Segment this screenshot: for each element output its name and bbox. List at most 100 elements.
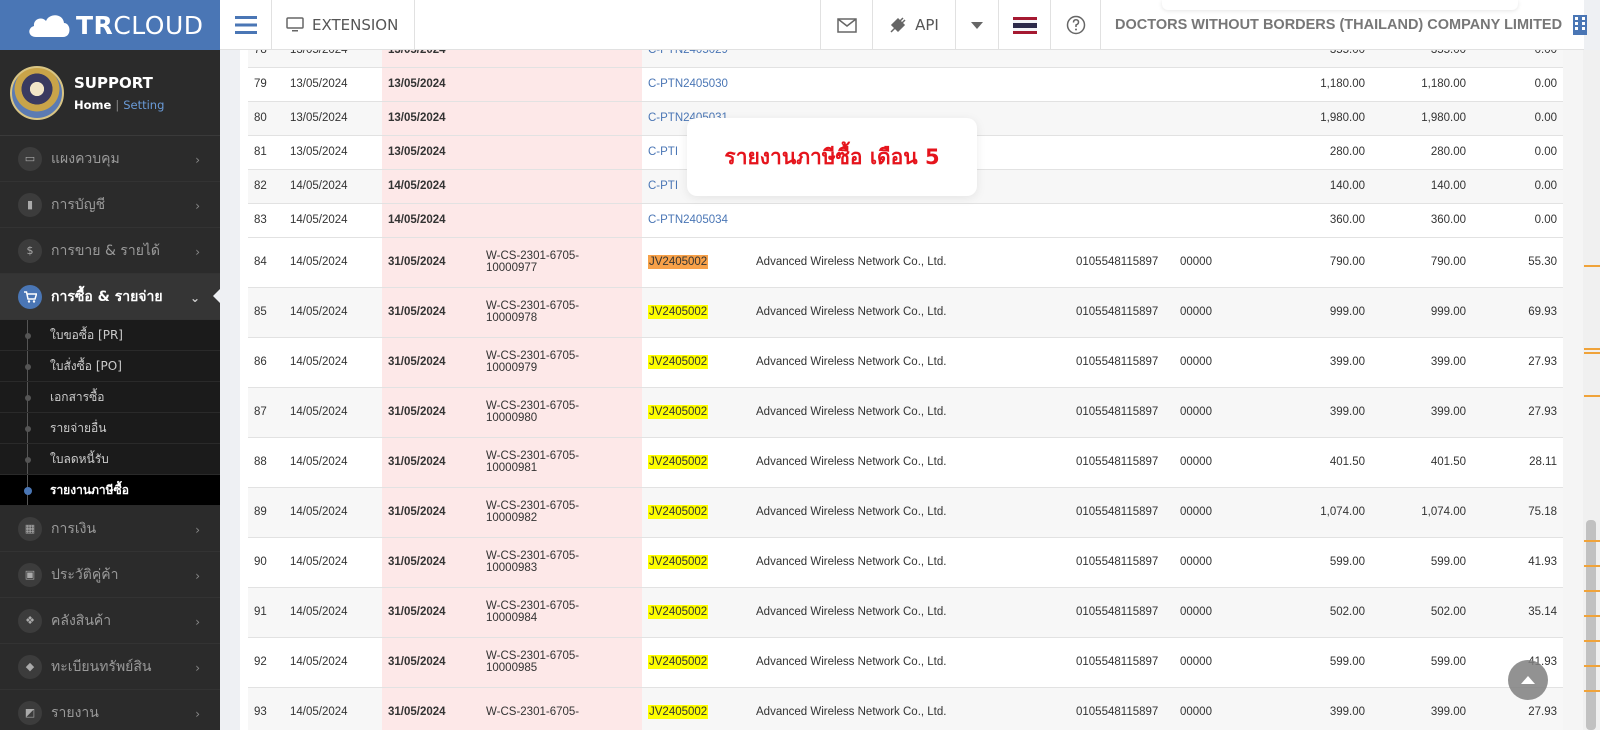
ref-line-1: W-CS-2301-6705- <box>486 450 580 462</box>
vat-amount: 0.00 <box>1472 67 1563 102</box>
report-icon: ◩ <box>18 700 42 725</box>
submenu-item-purchase-docs[interactable]: เอกสารซื้อ <box>0 382 220 413</box>
highlighted-doc-number[interactable]: JV2405002 <box>648 705 709 719</box>
mail-button[interactable] <box>820 0 872 50</box>
sidebar-item-reports[interactable]: ◩ รายงาน › <box>0 690 220 730</box>
submenu-item-other-expenses[interactable]: รายจ่ายอื่น <box>0 413 220 444</box>
language-flag-button[interactable] <box>998 0 1050 50</box>
sidebar-item-label: การบัญชี <box>51 196 106 213</box>
dropdown-button[interactable] <box>955 0 998 50</box>
table-row[interactable]: 93 14/05/2024 31/05/2024 W-CS-2301-6705- JV2… <box>248 687 1563 730</box>
tax-invoice-ref: W-CS-2301-6705- 10000982 <box>480 487 642 538</box>
doc-date: 14/05/2024 <box>284 337 382 388</box>
submenu-item-po[interactable]: ใบสั่งซื้อ [PO] <box>0 351 220 382</box>
doc-date: 14/05/2024 <box>284 387 382 438</box>
sidebar: SUPPORT Home | Setting ▭ แผงควบคุม › ▮ การ… <box>0 50 220 730</box>
amount: 1,180.00 <box>1254 67 1371 102</box>
table-row[interactable]: 92 14/05/2024 31/05/2024 W-CS-2301-6705- 100… <box>248 637 1563 688</box>
vendor-branch <box>1174 50 1254 68</box>
vendor-tax-id <box>1070 67 1174 102</box>
highlighted-doc-number[interactable]: JV2405002 <box>648 455 709 469</box>
vendor-tax-id: 0105548115897 <box>1070 337 1174 388</box>
scroll-to-top-button[interactable] <box>1508 660 1548 700</box>
table-row[interactable]: 91 14/05/2024 31/05/2024 W-CS-2301-6705- 100… <box>248 587 1563 638</box>
tax-date: 31/05/2024 <box>382 337 480 388</box>
app-logo[interactable]: TRCLOUD <box>0 0 220 50</box>
setting-link[interactable]: Setting <box>123 98 164 112</box>
table-row[interactable]: 84 14/05/2024 31/05/2024 W-CS-2301-6705- 100… <box>248 237 1563 288</box>
calendar-icon: ▦ <box>18 516 42 541</box>
doc-number-link[interactable]: C-PTN2405034 <box>642 203 750 238</box>
bullet-icon <box>24 487 32 495</box>
submenu-item-purchase-tax-report[interactable]: รายงานภาษีซื้อ <box>0 475 220 506</box>
table-row[interactable]: 87 14/05/2024 31/05/2024 W-CS-2301-6705- 100… <box>248 387 1563 438</box>
chevron-right-icon: › <box>195 523 200 537</box>
sidebar-item-dashboard[interactable]: ▭ แผงควบคุม › <box>0 136 220 182</box>
tax-date: 31/05/2024 <box>382 287 480 338</box>
total-amount: 399.00 <box>1371 387 1472 438</box>
scrollbar-thumb[interactable] <box>1586 520 1596 730</box>
table-row[interactable]: 90 14/05/2024 31/05/2024 W-CS-2301-6705- 100… <box>248 537 1563 588</box>
sidebar-item-accounting[interactable]: ▮ การบัญชี › <box>0 182 220 228</box>
sidebar-item-inventory[interactable]: ❖ คลังสินค้า › <box>0 598 220 644</box>
doc-date: 14/05/2024 <box>284 587 382 638</box>
doc-number-link[interactable]: C-PTN2405029 <box>642 50 750 68</box>
scroll-marker <box>1584 352 1600 354</box>
submenu-item-pr[interactable]: ใบขอซื้อ [PR] <box>0 320 220 351</box>
extension-button[interactable]: EXTENSION <box>272 0 416 50</box>
api-button[interactable]: API <box>872 0 955 50</box>
highlighted-doc-number[interactable]: JV2405002 <box>648 655 709 669</box>
highlighted-doc-number[interactable]: JV2405002 <box>648 605 709 619</box>
row-number: 87 <box>248 387 284 438</box>
tax-date: 14/05/2024 <box>382 169 480 204</box>
vendor-name: Advanced Wireless Network Co., Ltd. <box>750 437 1070 488</box>
highlighted-doc-number[interactable]: JV2405002 <box>648 305 709 319</box>
bullet-icon <box>25 395 31 401</box>
row-number: 88 <box>248 437 284 488</box>
sidebar-item-assets[interactable]: ◆ ทะเบียนทรัพย์สิน › <box>0 644 220 690</box>
help-button[interactable] <box>1050 0 1100 50</box>
scroll-marker <box>1584 590 1600 592</box>
highlighted-doc-number[interactable]: JV2405002 <box>648 405 709 419</box>
highlighted-doc-number[interactable]: JV2405002 <box>648 355 709 369</box>
sidebar-item-label: ประวัติคู่ค้า <box>51 566 119 583</box>
link-separator: | <box>115 97 120 112</box>
table-row[interactable]: 7813/05/202413/05/2024C-PTN2405029355.00… <box>248 50 1563 68</box>
vendor-tax-id <box>1070 50 1174 68</box>
sidebar-item-finance[interactable]: ▦ การเงิน › <box>0 506 220 552</box>
home-link[interactable]: Home <box>74 98 111 112</box>
vendor-branch: 00000 <box>1174 387 1254 438</box>
submenu-item-credit-notes[interactable]: ใบลดหนี้รับ <box>0 444 220 475</box>
sidebar-item-partners[interactable]: ▣ ประวัติคู่ค้า › <box>0 552 220 598</box>
ref-line-1: W-CS-2301-6705- <box>486 350 580 362</box>
vendor-name: Advanced Wireless Network Co., Ltd. <box>750 587 1070 638</box>
row-number: 90 <box>248 537 284 588</box>
table-row[interactable]: 79 13/05/2024 13/05/2024 C-PTN2405030 1,180.… <box>248 67 1563 102</box>
highlighted-doc-number[interactable]: JV2405002 <box>648 255 709 269</box>
plug-icon <box>890 17 906 33</box>
vat-amount: 41.93 <box>1472 537 1563 588</box>
chevron-right-icon: › <box>195 615 200 629</box>
menu-toggle-button[interactable] <box>220 0 272 50</box>
table-row[interactable]: 86 14/05/2024 31/05/2024 W-CS-2301-6705- 100… <box>248 337 1563 388</box>
table-row[interactable]: 88 14/05/2024 31/05/2024 W-CS-2301-6705- 100… <box>248 437 1563 488</box>
avatar[interactable] <box>10 65 64 120</box>
sidebar-item-purchases[interactable]: การซื้อ & รายจ่าย ⌄ <box>0 274 220 320</box>
total-amount: 999.00 <box>1371 287 1472 338</box>
ref-line-1: W-CS-2301-6705- <box>486 550 580 562</box>
total-amount: 1,074.00 <box>1371 487 1472 538</box>
sidebar-item-sales[interactable]: $ การขาย & รายได้ › <box>0 228 220 274</box>
table-row[interactable]: 85 14/05/2024 31/05/2024 W-CS-2301-6705- 100… <box>248 287 1563 338</box>
chevron-right-icon: › <box>195 153 200 167</box>
ref-line-1: W-CS-2301-6705- <box>486 650 580 662</box>
highlighted-doc-number[interactable]: JV2405002 <box>648 555 709 569</box>
chevron-right-icon: › <box>195 245 200 259</box>
table-row[interactable]: 83 14/05/2024 14/05/2024 C-PTN2405034 360.00… <box>248 203 1563 238</box>
cloud-icon <box>26 12 72 38</box>
highlighted-doc-number[interactable]: JV2405002 <box>648 505 709 519</box>
row-number: 89 <box>248 487 284 538</box>
vendor-name: Advanced Wireless Network Co., Ltd. <box>750 387 1070 438</box>
chevron-right-icon: › <box>195 707 200 721</box>
table-row[interactable]: 89 14/05/2024 31/05/2024 W-CS-2301-6705- 100… <box>248 487 1563 538</box>
doc-number-link[interactable]: C-PTN2405030 <box>642 67 750 102</box>
